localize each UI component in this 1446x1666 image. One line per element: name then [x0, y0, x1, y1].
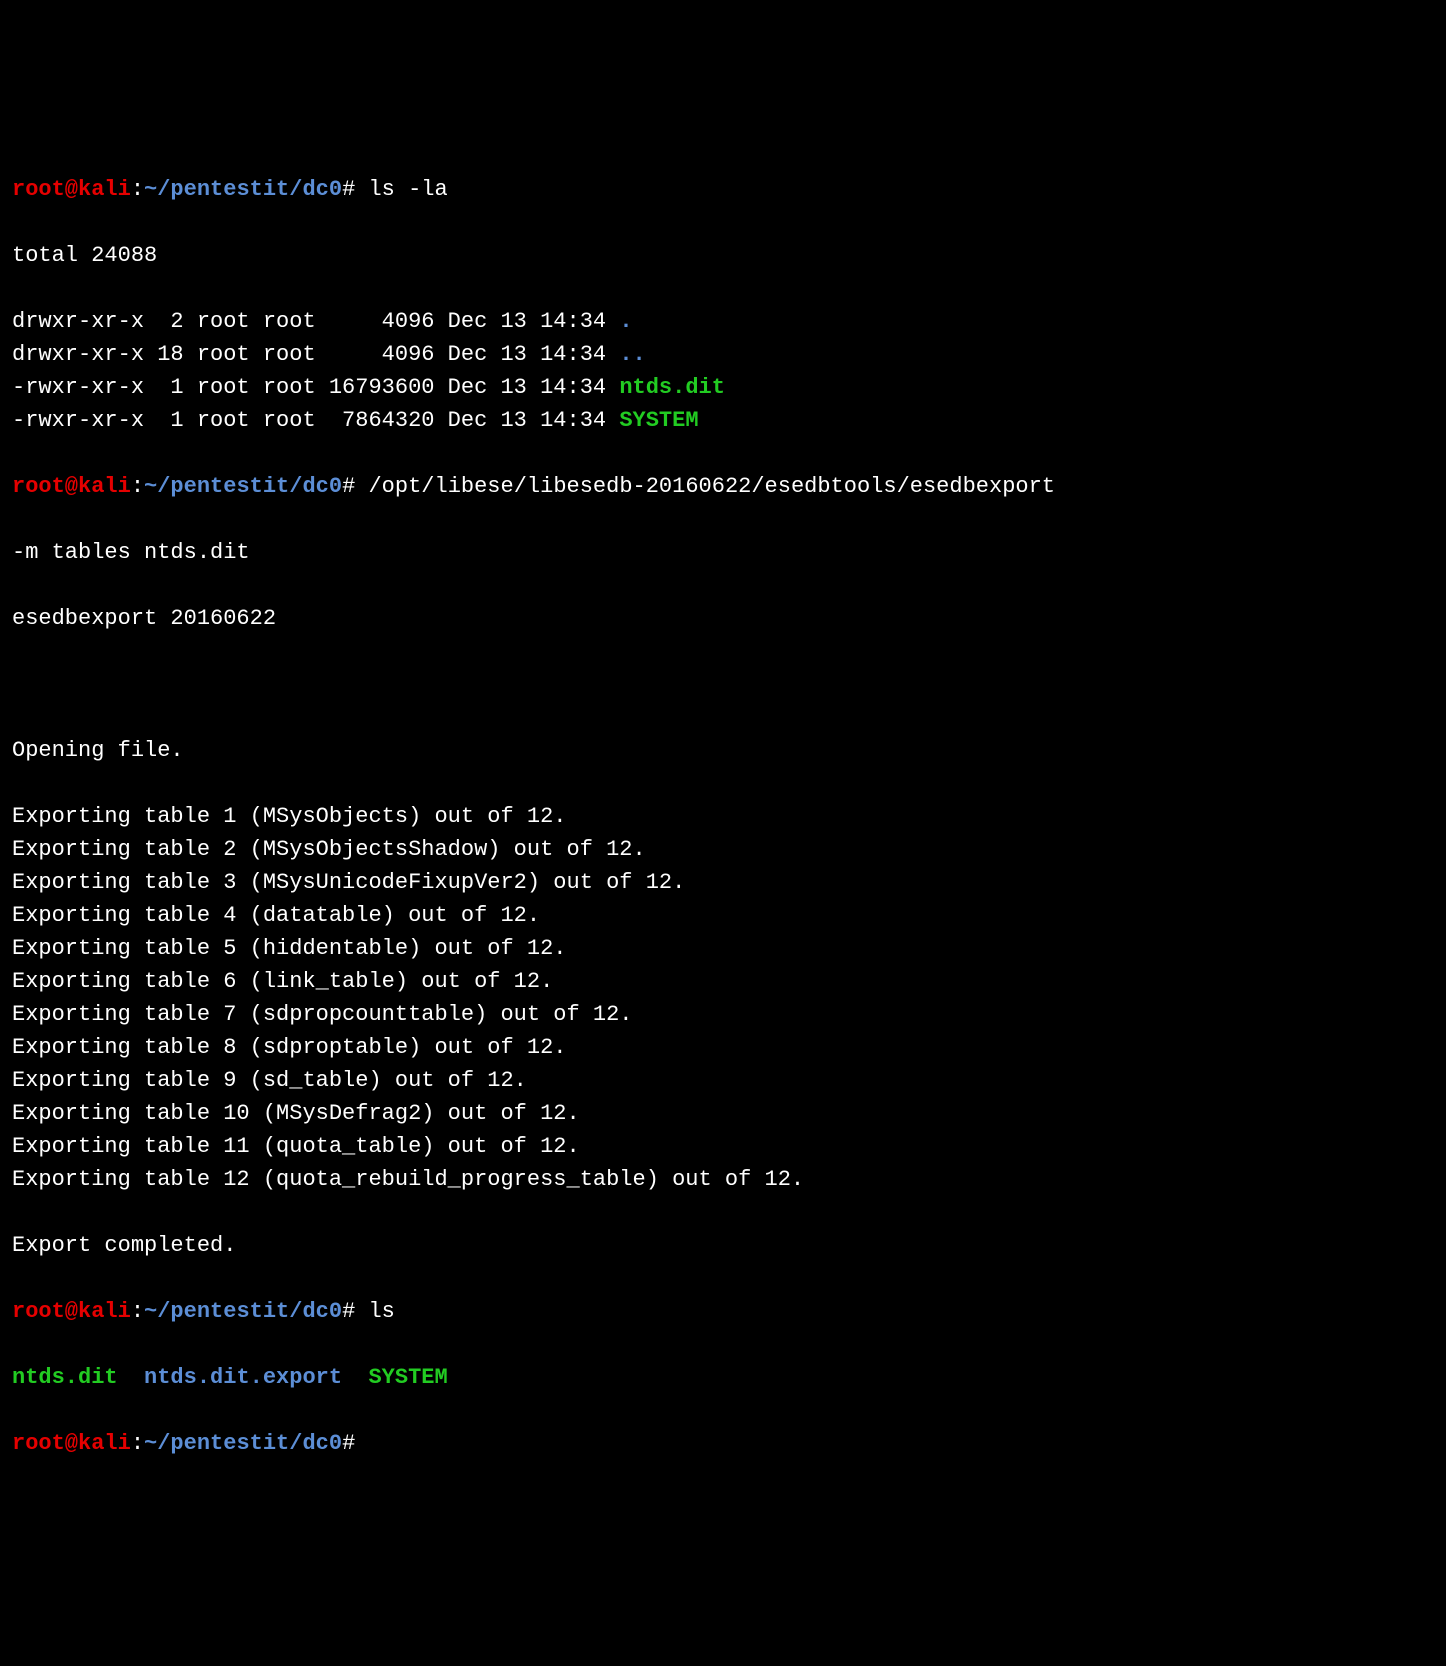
cmd-ls: ls	[355, 1299, 395, 1324]
file-ntds: ntds.dit	[12, 1365, 118, 1390]
cmd-esedbexport-cont: -m tables ntds.dit	[12, 536, 1434, 569]
cmd-ls-la: ls -la	[355, 177, 447, 202]
cursor-area[interactable]	[355, 1431, 368, 1456]
ls-listing: drwxr-xr-x 2 root root 4096 Dec 13 14:34…	[12, 305, 1434, 437]
prompt-path: ~/pentestit/dc0	[144, 474, 342, 499]
export-line: Exporting table 8 (sdproptable) out of 1…	[12, 1031, 1434, 1064]
export-line: Exporting table 2 (MSysObjectsShadow) ou…	[12, 833, 1434, 866]
export-line: Exporting table 7 (sdpropcounttable) out…	[12, 998, 1434, 1031]
prompt-path: ~/pentestit/dc0	[144, 177, 342, 202]
file-name: .	[619, 309, 632, 334]
tool-version: esedbexport 20160622	[12, 602, 1434, 635]
export-line: Exporting table 1 (MSysObjects) out of 1…	[12, 800, 1434, 833]
prompt-colon: :	[131, 474, 144, 499]
file-name: ..	[619, 342, 645, 367]
prompt-hash: #	[342, 177, 355, 202]
export-line: Exporting table 10 (MSysDefrag2) out of …	[12, 1097, 1434, 1130]
ls-entry: drwxr-xr-x 2 root root 4096 Dec 13 14:34…	[12, 305, 1434, 338]
prompt-colon: :	[131, 1299, 144, 1324]
export-line: Exporting table 3 (MSysUnicodeFixupVer2)…	[12, 866, 1434, 899]
export-line: Exporting table 12 (quota_rebuild_progre…	[12, 1163, 1434, 1196]
export-completed: Export completed.	[12, 1229, 1434, 1262]
opening-file: Opening file.	[12, 734, 1434, 767]
prompt-line-4: root@kali:~/pentestit/dc0#	[12, 1427, 1434, 1460]
ls-entry: drwxr-xr-x 18 root root 4096 Dec 13 14:3…	[12, 338, 1434, 371]
ls-output-2: ntds.dit ntds.dit.export SYSTEM	[12, 1361, 1434, 1394]
prompt-line-2: root@kali:~/pentestit/dc0# /opt/libese/l…	[12, 470, 1434, 503]
terminal-output[interactable]: root@kali:~/pentestit/dc0# ls -la total …	[12, 140, 1434, 1493]
ls-entry: -rwxr-xr-x 1 root root 16793600 Dec 13 1…	[12, 371, 1434, 404]
file-system: SYSTEM	[368, 1365, 447, 1390]
export-line: Exporting table 9 (sd_table) out of 12.	[12, 1064, 1434, 1097]
export-line: Exporting table 11 (quota_table) out of …	[12, 1130, 1434, 1163]
prompt-hash: #	[342, 1431, 355, 1456]
prompt-colon: :	[131, 177, 144, 202]
file-name: SYSTEM	[619, 408, 698, 433]
prompt-line-1: root@kali:~/pentestit/dc0# ls -la	[12, 173, 1434, 206]
file-name: ntds.dit	[619, 375, 725, 400]
prompt-path: ~/pentestit/dc0	[144, 1299, 342, 1324]
prompt-user: root@kali	[12, 474, 131, 499]
prompt-hash: #	[342, 474, 355, 499]
dir-export: ntds.dit.export	[144, 1365, 342, 1390]
prompt-user: root@kali	[12, 1299, 131, 1324]
export-lines: Exporting table 1 (MSysObjects) out of 1…	[12, 800, 1434, 1196]
prompt-path: ~/pentestit/dc0	[144, 1431, 342, 1456]
prompt-hash: #	[342, 1299, 355, 1324]
ls-entry: -rwxr-xr-x 1 root root 7864320 Dec 13 14…	[12, 404, 1434, 437]
cmd-esedbexport: /opt/libese/libesedb-20160622/esedbtools…	[355, 474, 1068, 499]
export-line: Exporting table 5 (hiddentable) out of 1…	[12, 932, 1434, 965]
prompt-user: root@kali	[12, 1431, 131, 1456]
prompt-line-3: root@kali:~/pentestit/dc0# ls	[12, 1295, 1434, 1328]
prompt-user: root@kali	[12, 177, 131, 202]
prompt-colon: :	[131, 1431, 144, 1456]
blank-line	[12, 668, 1434, 701]
export-line: Exporting table 4 (datatable) out of 12.	[12, 899, 1434, 932]
total-line: total 24088	[12, 239, 1434, 272]
